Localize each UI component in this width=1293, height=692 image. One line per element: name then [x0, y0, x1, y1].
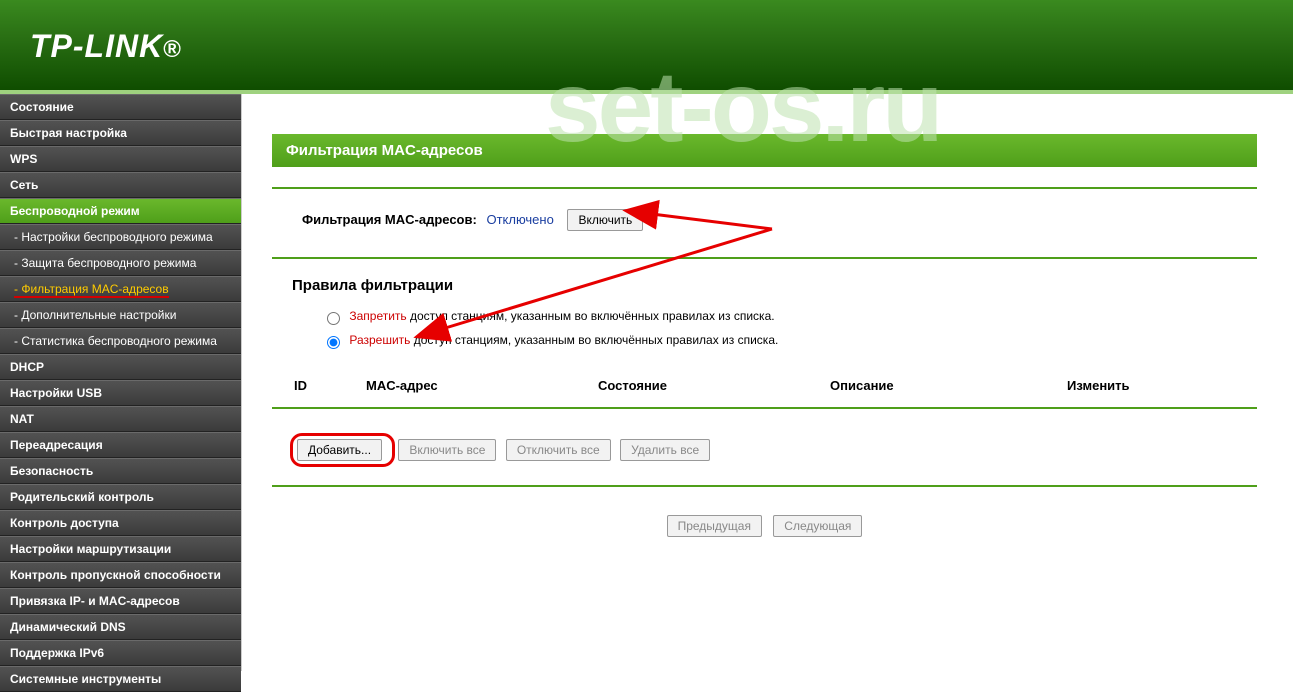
- col-desc: Описание: [824, 378, 1061, 393]
- brand-logo: TP-LINK®: [30, 28, 182, 65]
- page-title: Фильтрация MAC-адресов: [272, 134, 1257, 167]
- sidebar-item-9[interactable]: - Статистика беспроводного режима: [0, 328, 241, 354]
- deny-radio[interactable]: [327, 312, 340, 325]
- sidebar-item-10[interactable]: DHCP: [0, 354, 241, 380]
- status-label: Фильтрация MAC-адресов:: [302, 212, 477, 227]
- sidebar-item-16[interactable]: Контроль доступа: [0, 510, 241, 536]
- col-edit: Изменить: [1061, 378, 1193, 393]
- sidebar-item-11[interactable]: Настройки USB: [0, 380, 241, 406]
- sidebar-item-12[interactable]: NAT: [0, 406, 241, 432]
- sidebar-item-13[interactable]: Переадресация: [0, 432, 241, 458]
- table-header: ID MAC-адрес Состояние Описание Изменить: [272, 376, 1257, 397]
- sidebar-item-2[interactable]: WPS: [0, 146, 241, 172]
- deny-text: доступ станциям, указанным во включённых…: [407, 309, 775, 323]
- allow-rule-row[interactable]: Разрешить доступ станциям, указанным во …: [272, 328, 1257, 352]
- sidebar-item-4[interactable]: Беспроводной режим: [0, 198, 241, 224]
- main-content: Фильтрация MAC-адресов Фильтрация MAC-ад…: [241, 94, 1293, 671]
- delete-all-button[interactable]: Удалить все: [620, 439, 710, 461]
- status-value: Отключено: [486, 212, 553, 227]
- filter-status-row: Фильтрация MAC-адресов: Отключено Включи…: [272, 205, 1257, 249]
- sidebar-item-0[interactable]: Состояние: [0, 94, 241, 120]
- sidebar-item-21[interactable]: Поддержка IPv6: [0, 640, 241, 666]
- enable-button[interactable]: Включить: [567, 209, 643, 231]
- col-mac: MAC-адрес: [360, 378, 592, 393]
- sidebar: СостояниеБыстрая настройкаWPSСетьБеспров…: [0, 94, 241, 671]
- disable-all-button[interactable]: Отключить все: [506, 439, 611, 461]
- next-button[interactable]: Следующая: [773, 515, 862, 537]
- sidebar-item-20[interactable]: Динамический DNS: [0, 614, 241, 640]
- col-state: Состояние: [592, 378, 824, 393]
- prev-button[interactable]: Предыдущая: [667, 515, 762, 537]
- sidebar-item-15[interactable]: Родительский контроль: [0, 484, 241, 510]
- sidebar-item-3[interactable]: Сеть: [0, 172, 241, 198]
- header: TP-LINK®: [0, 0, 1293, 94]
- col-id: ID: [288, 378, 360, 393]
- action-button-row: Добавить... Включить все Отключить все У…: [272, 423, 1257, 477]
- enable-all-button[interactable]: Включить все: [398, 439, 496, 461]
- sidebar-item-1[interactable]: Быстрая настройка: [0, 120, 241, 146]
- sidebar-item-5[interactable]: - Настройки беспроводного режима: [0, 224, 241, 250]
- add-button[interactable]: Добавить...: [297, 439, 382, 461]
- sidebar-item-18[interactable]: Контроль пропускной способности: [0, 562, 241, 588]
- sidebar-item-17[interactable]: Настройки маршрутизации: [0, 536, 241, 562]
- allow-text: доступ станциям, указанным во включённых…: [410, 333, 778, 347]
- deny-word: Запретить: [349, 309, 406, 323]
- sidebar-item-8[interactable]: - Дополнительные настройки: [0, 302, 241, 328]
- sidebar-item-19[interactable]: Привязка IP- и MAC-адресов: [0, 588, 241, 614]
- allow-radio[interactable]: [327, 336, 340, 349]
- allow-word: Разрешить: [349, 333, 410, 347]
- sidebar-item-7[interactable]: - Фильтрация MAC-адресов: [0, 276, 241, 302]
- add-highlight: Добавить...: [290, 433, 395, 467]
- sidebar-item-22[interactable]: Системные инструменты: [0, 666, 241, 692]
- pagination-row: Предыдущая Следующая: [272, 501, 1257, 551]
- sidebar-item-6[interactable]: - Защита беспроводного режима: [0, 250, 241, 276]
- deny-rule-row[interactable]: Запретить доступ станциям, указанным во …: [272, 304, 1257, 328]
- rules-heading: Правила фильтрации: [272, 273, 1257, 304]
- sidebar-item-14[interactable]: Безопасность: [0, 458, 241, 484]
